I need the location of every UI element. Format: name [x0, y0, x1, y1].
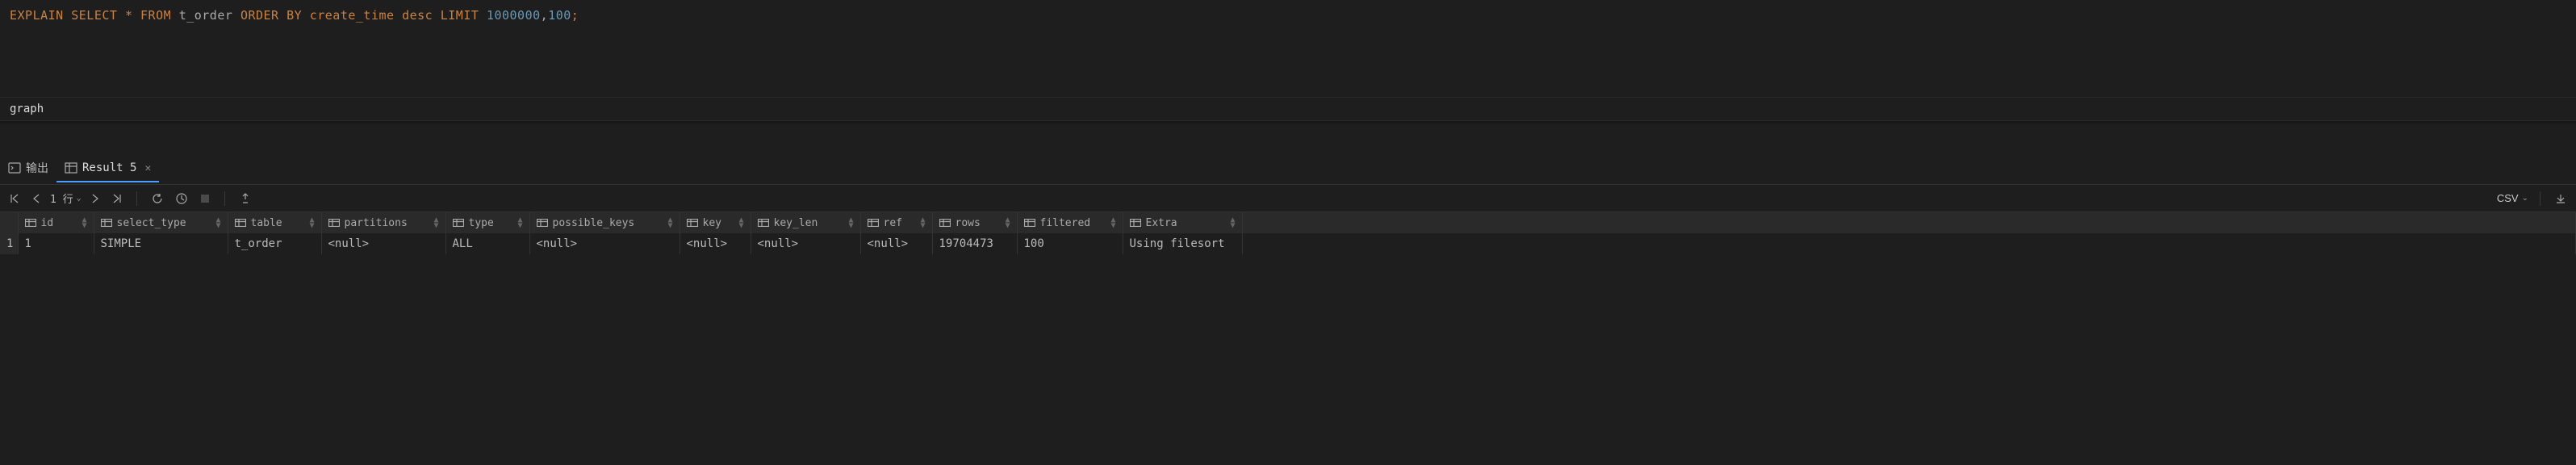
- separator: [136, 191, 137, 206]
- column-icon: [453, 219, 464, 227]
- column-label: Extra: [1146, 217, 1177, 229]
- export-csv-button[interactable]: CSV ⌄: [2497, 192, 2528, 204]
- column-label: possible_keys: [553, 217, 635, 229]
- cell-key_len[interactable]: <null>: [751, 233, 860, 254]
- column-label: select_type: [117, 217, 186, 229]
- tab-result-5[interactable]: Result 5 ✕: [56, 155, 159, 182]
- sql-editor[interactable]: EXPLAIN SELECT * FROM t_order ORDER BY c…: [0, 0, 2576, 97]
- last-page-button[interactable]: [109, 191, 125, 207]
- next-page-button[interactable]: [88, 191, 102, 207]
- cell-id[interactable]: 1: [18, 233, 94, 254]
- separator: [224, 191, 225, 206]
- column-header-key[interactable]: key ▲▼: [680, 212, 751, 233]
- sort-icon[interactable]: ▲▼: [309, 217, 314, 228]
- sort-icon[interactable]: ▲▼: [517, 217, 522, 228]
- cell-key[interactable]: <null>: [680, 233, 751, 254]
- row-count[interactable]: 1 行 ⌄: [50, 191, 82, 206]
- column-icon: [101, 219, 112, 227]
- sort-icon[interactable]: ▲▼: [1005, 217, 1010, 228]
- column-label: key_len: [774, 217, 818, 229]
- results-toolbar: 1 行 ⌄ CSV ⌄: [0, 185, 2576, 212]
- cell-filler: [1242, 233, 2576, 254]
- sort-icon[interactable]: ▲▼: [433, 217, 438, 228]
- tab-输出[interactable]: 输出: [0, 153, 56, 184]
- table-row[interactable]: 11SIMPLEt_order<null>ALL<null><null><nul…: [0, 233, 2576, 254]
- stop-button[interactable]: [197, 191, 213, 207]
- sort-icon[interactable]: ▲▼: [667, 217, 672, 228]
- result-table: id▲▼select_type▲▼table▲▼partitions▲▼type…: [0, 212, 2576, 254]
- column-header-filtered[interactable]: filtered ▲▼: [1017, 212, 1123, 233]
- column-label: table: [251, 217, 282, 229]
- column-icon: [939, 219, 951, 227]
- prev-page-button[interactable]: [29, 191, 44, 207]
- column-label: id: [41, 217, 54, 229]
- graph-label: graph: [0, 97, 2576, 121]
- row-count-label: 1 行: [50, 191, 73, 206]
- sort-icon[interactable]: ▲▼: [1230, 217, 1235, 228]
- column-header-id[interactable]: id ▲▼: [18, 212, 94, 233]
- column-header-rows[interactable]: rows ▲▼: [932, 212, 1017, 233]
- cell-Extra[interactable]: Using filesort: [1123, 233, 1242, 254]
- auto-refresh-button[interactable]: [173, 190, 190, 207]
- column-icon: [25, 219, 36, 227]
- cell-ref[interactable]: <null>: [860, 233, 932, 254]
- export-label: CSV: [2497, 192, 2519, 204]
- sort-icon[interactable]: ▲▼: [848, 217, 853, 228]
- cell-type[interactable]: ALL: [445, 233, 529, 254]
- column-icon: [1024, 219, 1035, 227]
- column-icon: [328, 219, 340, 227]
- sql-statement: EXPLAIN SELECT * FROM t_order ORDER BY c…: [10, 8, 579, 23]
- column-header-type[interactable]: type ▲▼: [445, 212, 529, 233]
- cell-rows[interactable]: 19704473: [932, 233, 1017, 254]
- column-icon: [537, 219, 548, 227]
- column-icon: [868, 219, 879, 227]
- sort-icon[interactable]: ▲▼: [1110, 217, 1115, 228]
- pin-button[interactable]: [236, 190, 254, 207]
- cell-filtered[interactable]: 100: [1017, 233, 1123, 254]
- column-filler: [1242, 212, 2576, 233]
- refresh-button[interactable]: [148, 190, 166, 207]
- column-header-table[interactable]: table ▲▼: [228, 212, 321, 233]
- output-icon: [8, 161, 21, 174]
- column-label: partitions: [345, 217, 408, 229]
- column-label: filtered: [1040, 217, 1091, 229]
- table-icon: [65, 161, 77, 174]
- column-header-Extra[interactable]: Extra ▲▼: [1123, 212, 1242, 233]
- chevron-down-icon: ⌄: [77, 194, 82, 203]
- column-label: rows: [956, 217, 981, 229]
- tab-label: 输出: [26, 160, 48, 176]
- column-label: ref: [884, 217, 902, 229]
- row-number: 1: [0, 233, 18, 254]
- close-icon[interactable]: ✕: [144, 162, 151, 174]
- column-label: type: [469, 217, 494, 229]
- column-header-key_len[interactable]: key_len ▲▼: [751, 212, 860, 233]
- cell-select_type[interactable]: SIMPLE: [94, 233, 228, 254]
- row-number-header: [0, 212, 18, 233]
- column-icon: [687, 219, 698, 227]
- download-button[interactable]: [2552, 190, 2570, 207]
- chevron-down-icon: ⌄: [2522, 194, 2528, 203]
- cell-possible_keys[interactable]: <null>: [529, 233, 680, 254]
- cell-partitions[interactable]: <null>: [321, 233, 445, 254]
- tab-label: Result 5: [82, 161, 136, 174]
- cell-table[interactable]: t_order: [228, 233, 321, 254]
- sort-icon[interactable]: ▲▼: [215, 217, 220, 228]
- column-icon: [235, 219, 246, 227]
- column-header-possible_keys[interactable]: possible_keys ▲▼: [529, 212, 680, 233]
- sort-icon[interactable]: ▲▼: [738, 217, 743, 228]
- result-tabs: 输出 Result 5 ✕: [0, 153, 2576, 185]
- first-page-button[interactable]: [6, 191, 23, 207]
- column-header-partitions[interactable]: partitions ▲▼: [321, 212, 445, 233]
- column-header-select_type[interactable]: select_type ▲▼: [94, 212, 228, 233]
- sort-icon[interactable]: ▲▼: [82, 217, 86, 228]
- column-icon: [758, 219, 769, 227]
- column-label: key: [703, 217, 721, 229]
- column-header-ref[interactable]: ref ▲▼: [860, 212, 932, 233]
- column-icon: [1130, 219, 1141, 227]
- sort-icon[interactable]: ▲▼: [920, 217, 925, 228]
